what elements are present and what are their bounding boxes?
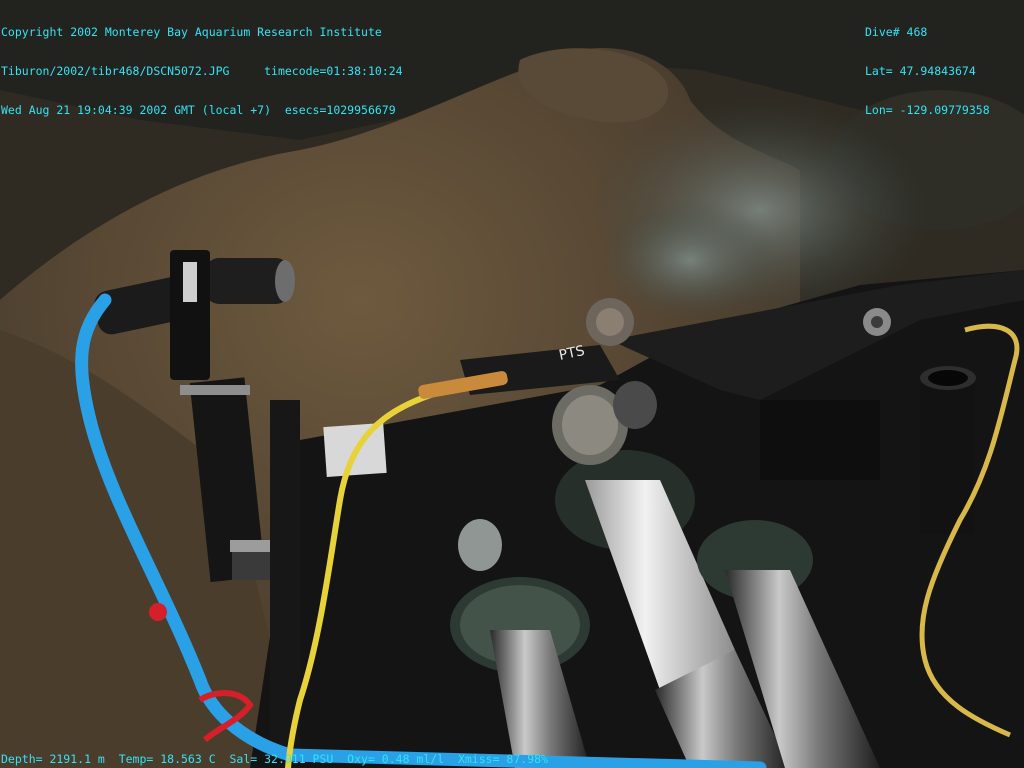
- datetime-line: Wed Aug 21 19:04:39 2002 GMT (local +7) …: [1, 103, 396, 117]
- vent-plume-core: [600, 200, 780, 320]
- telemetry-header-right: Dive# 468 Lat= 47.94843674 Lon= -129.097…: [865, 0, 990, 143]
- red-tie-1: [149, 603, 167, 621]
- dive-number: Dive# 468: [865, 25, 928, 39]
- longitude: Lon= -129.09779358: [865, 103, 990, 117]
- sensor-readout: Depth= 2191.1 m Temp= 18.563 C Sal= 32.0…: [1, 752, 548, 766]
- copyright-line: Copyright 2002 Monterey Bay Aquarium Res…: [1, 25, 382, 39]
- rov-camera-frame: PTS Copyright 2002 Monterey Bay Aquarium…: [0, 0, 1024, 768]
- file-timecode-line: Tiburon/2002/tibr468/DSCN5072.JPG timeco…: [1, 64, 403, 78]
- telemetry-header-left: Copyright 2002 Monterey Bay Aquarium Res…: [1, 0, 403, 143]
- latitude: Lat= 47.94843674: [865, 64, 976, 78]
